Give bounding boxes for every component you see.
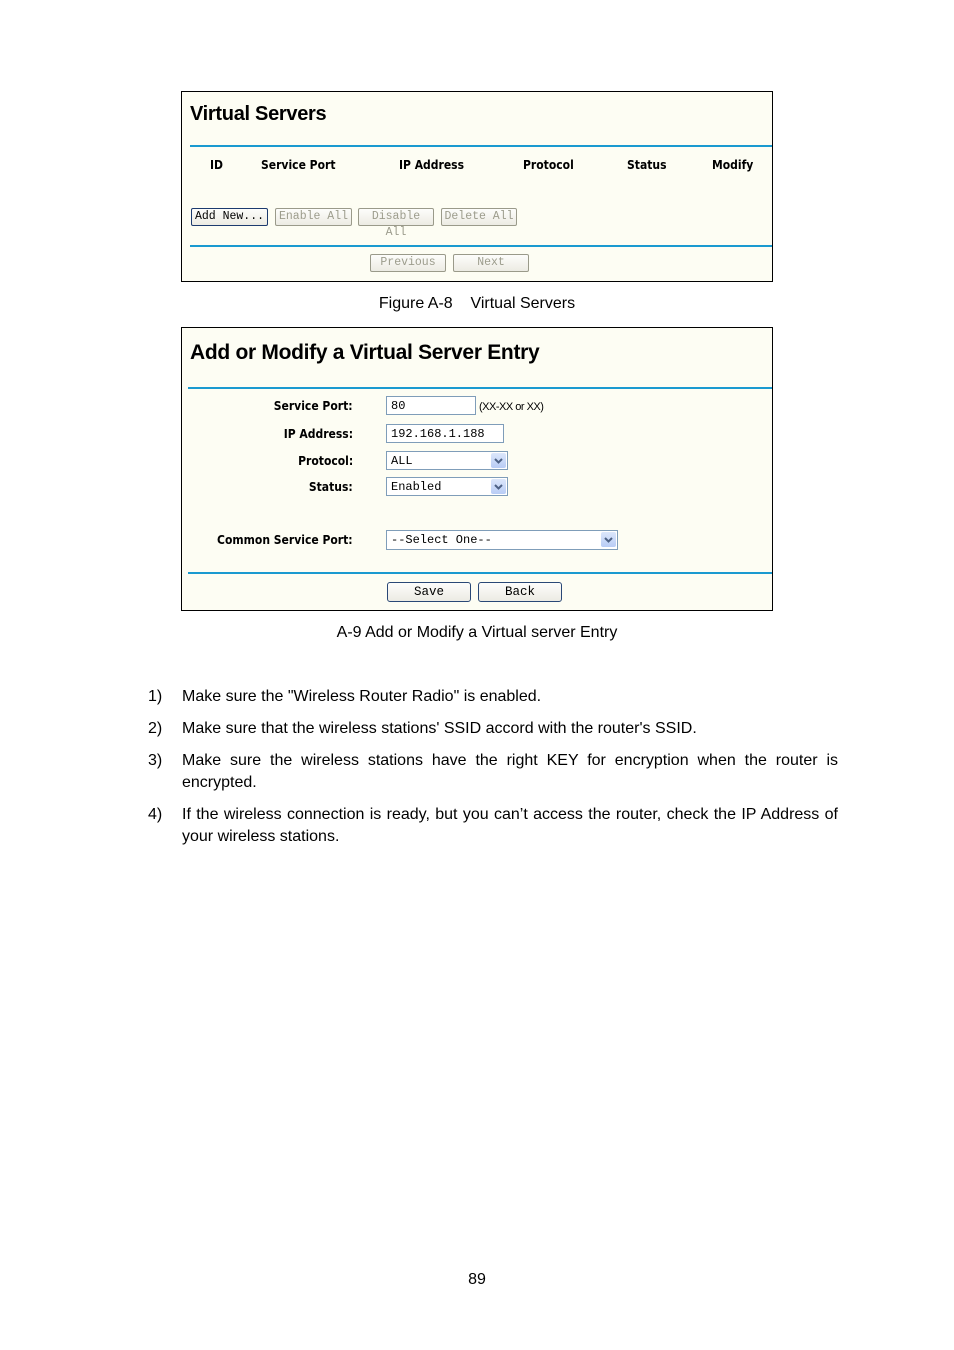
column-header-status: Status [627, 158, 667, 172]
common-service-port-select[interactable]: --Select One-- [386, 530, 618, 550]
disable-all-button[interactable]: Disable All [358, 208, 434, 239]
list-number: 1) [148, 688, 163, 705]
save-button[interactable]: Save [387, 582, 471, 602]
figure-caption-a9: A-9 Add or Modify a Virtual server Entry [336, 624, 618, 641]
chevron-down-icon[interactable] [601, 532, 616, 547]
ip-address-input[interactable]: 192.168.1.188 [386, 424, 504, 443]
service-port-hint: (XX-XX or XX) [479, 401, 544, 413]
list-text: Make sure that the wireless stations' SS… [182, 720, 697, 737]
next-button[interactable]: Next [453, 254, 529, 272]
enable-all-button[interactable]: Enable All [275, 208, 352, 226]
protocol-label: Protocol: [297, 454, 353, 468]
column-header-service-port: Service Port [261, 158, 336, 172]
column-header-protocol: Protocol [523, 158, 574, 172]
list-text: If the wireless connection is ready, but… [182, 806, 838, 845]
list-number: 3) [148, 752, 163, 769]
panel-title: Add or Modify a Virtual Server Entry [190, 341, 540, 364]
list-text: Make sure the "Wireless Router Radio" is… [182, 688, 542, 705]
divider [188, 572, 772, 574]
virtual-servers-panel: Virtual Servers ID Service Port IP Addre… [181, 91, 773, 282]
column-header-modify: Modify [712, 158, 754, 172]
divider [190, 145, 772, 147]
status-select[interactable]: Enabled [386, 477, 508, 496]
back-button[interactable]: Back [478, 582, 562, 602]
list-number: 4) [148, 806, 163, 823]
column-header-id: ID [210, 158, 223, 172]
column-header-ip-address: IP Address [399, 158, 465, 172]
status-value: Enabled [391, 480, 442, 494]
ip-address-label: IP Address: [283, 427, 353, 441]
common-service-port-label: Common Service Port: [217, 533, 353, 547]
list-number: 2) [148, 720, 163, 737]
service-port-label: Service Port: [274, 399, 353, 413]
add-modify-virtual-server-panel: Add or Modify a Virtual Server Entry Ser… [181, 327, 773, 611]
figure-caption-a8: Figure A-8 Virtual Servers [378, 295, 576, 312]
panel-title: Virtual Servers [190, 103, 327, 125]
service-port-input[interactable]: 80 [386, 396, 476, 415]
status-label: Status: [309, 480, 353, 494]
previous-button[interactable]: Previous [370, 254, 446, 272]
chevron-down-icon[interactable] [491, 453, 506, 468]
protocol-value: ALL [391, 454, 413, 468]
delete-all-button[interactable]: Delete All [441, 208, 517, 226]
common-service-port-value: --Select One-- [391, 533, 492, 547]
divider [190, 245, 772, 247]
add-new-button[interactable]: Add New... [191, 208, 268, 226]
page-number: 89 [468, 1271, 486, 1288]
chevron-down-icon[interactable] [491, 479, 506, 494]
divider [188, 387, 772, 389]
protocol-select[interactable]: ALL [386, 451, 508, 470]
list-text: Make sure the wireless stations have the… [182, 752, 838, 791]
